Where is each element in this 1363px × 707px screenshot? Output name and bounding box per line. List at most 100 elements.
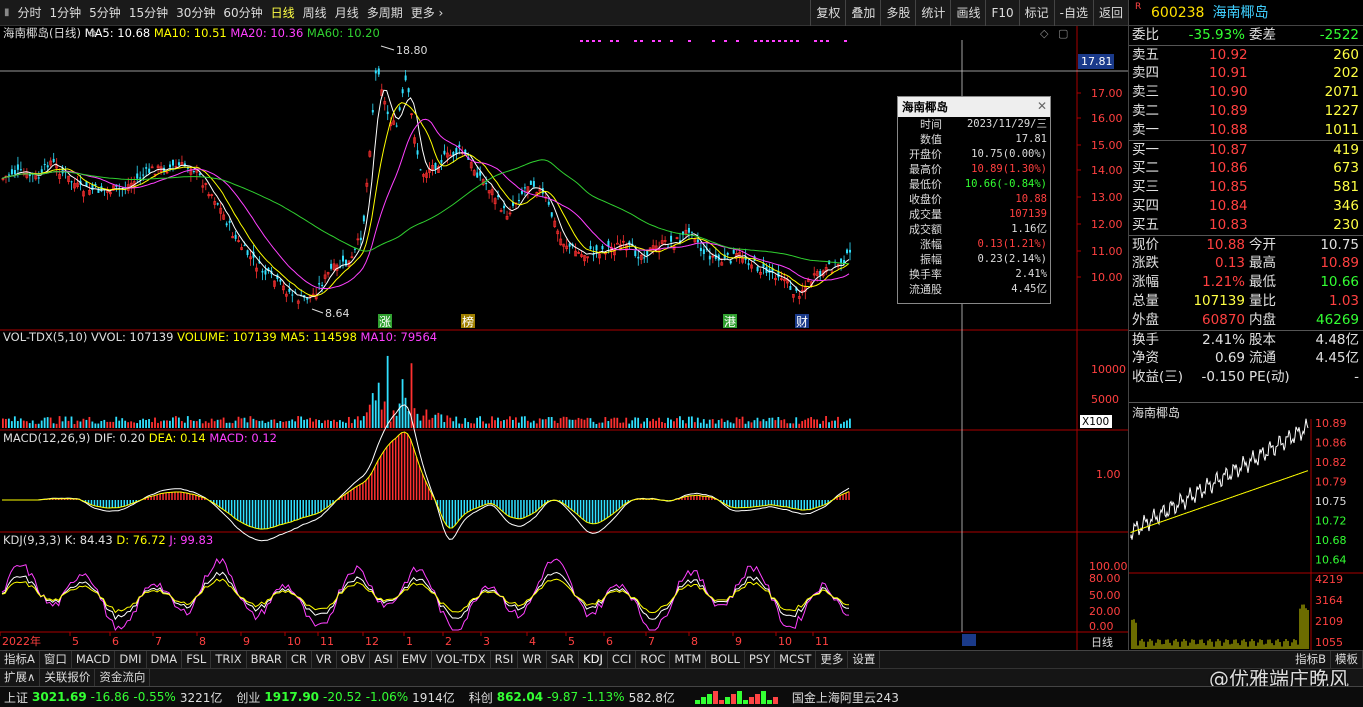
stock-code: 600238: [1151, 5, 1205, 21]
indicator-tab-窗口[interactable]: 窗口: [40, 650, 72, 669]
marker-dot: [640, 40, 643, 42]
indicator-tab-CCI[interactable]: CCI: [608, 650, 637, 669]
indicator-tab-EMV[interactable]: EMV: [398, 650, 432, 669]
index-value: 3021.69: [32, 690, 87, 704]
indicator-tab-MTM[interactable]: MTM: [670, 650, 707, 669]
indicator-tab-MACD[interactable]: MACD: [72, 650, 116, 669]
sub-tab-扩展∧[interactable]: 扩展∧: [0, 668, 41, 687]
indicator-tab-PSY[interactable]: PSY: [745, 650, 776, 669]
indicator-tab-BRAR[interactable]: BRAR: [247, 650, 287, 669]
tool--自选[interactable]: -自选: [1053, 0, 1093, 26]
indicator-tab-SAR[interactable]: SAR: [547, 650, 580, 669]
cursor-price: 17.81: [1081, 55, 1113, 68]
indicator-tab-CR[interactable]: CR: [287, 650, 312, 669]
indicator-tab-设置[interactable]: 设置: [848, 650, 881, 669]
candle-body: [359, 237, 362, 241]
volume-bar: [61, 421, 64, 428]
indicator-tab-RSI[interactable]: RSI: [491, 650, 519, 669]
indicator-tab-BOLL[interactable]: BOLL: [706, 650, 745, 669]
quote-value: 10.66: [1320, 274, 1359, 290]
kdj-tick: 50.00: [1089, 589, 1121, 602]
event-tag[interactable]: 涨: [379, 314, 391, 329]
volume-bar: [786, 423, 789, 428]
kdj-tick: 20.00: [1089, 605, 1121, 618]
quote-value: 60870: [1202, 312, 1245, 328]
candle-body: [395, 125, 398, 127]
period-日线[interactable]: 日线: [267, 4, 299, 21]
tool-标记[interactable]: 标记: [1018, 0, 1054, 26]
period-多周期[interactable]: 多周期: [363, 4, 407, 21]
indicator-tab-ASI[interactable]: ASI: [370, 650, 398, 669]
volume-bar: [422, 415, 425, 428]
candle-body: [416, 150, 419, 155]
volume-bar: [180, 421, 183, 428]
tool-画线[interactable]: 画线: [950, 0, 985, 26]
period-15分钟[interactable]: 15分钟: [125, 4, 172, 21]
candle-body: [291, 294, 294, 296]
sub-tab-关联报价[interactable]: 关联报价: [40, 668, 96, 687]
mini-intraday-chart[interactable]: 海南椰岛 10.89 10.86 10.82 10.79 10.75 10.72 10.68 1…: [1129, 402, 1363, 651]
indicator-tab-MCST[interactable]: MCST: [775, 650, 817, 669]
panel-legend: VOL-TDX(5,10) VVOL: 107139 VOLUME: 10713…: [3, 330, 437, 344]
period-30分钟[interactable]: 30分钟: [172, 4, 219, 21]
indicator-tab-KDJ[interactable]: KDJ: [579, 650, 608, 669]
indicator-tab-DMA[interactable]: DMA: [147, 650, 183, 669]
volume-bar: [52, 423, 55, 428]
close-icon[interactable]: ✕: [1037, 99, 1047, 113]
indicator-tab-VR[interactable]: VR: [312, 650, 337, 669]
indicator-tab-更多[interactable]: 更多: [816, 650, 849, 669]
tool-F10[interactable]: F10: [985, 0, 1018, 26]
menu-toggle-icon[interactable]: ▮: [0, 7, 14, 18]
event-tag[interactable]: 榜: [462, 314, 474, 329]
period-更多[interactable]: 更多 ›: [407, 4, 448, 21]
tool-叠加[interactable]: 叠加: [845, 0, 880, 26]
period-1分钟[interactable]: 1分钟: [46, 4, 86, 21]
orderbook-row: 买一 10.87 419: [1129, 140, 1363, 159]
indicator-tab-TRIX[interactable]: TRIX: [211, 650, 247, 669]
tooltip-key: 最高价: [909, 163, 942, 176]
volume-bar: [831, 420, 833, 428]
period-周线[interactable]: 周线: [299, 4, 331, 21]
indicator-tab-VOL-TDX[interactable]: VOL-TDX: [432, 650, 491, 669]
vol-tick: 5000: [1091, 393, 1119, 406]
price-tick: 17.00: [1091, 87, 1123, 100]
candle-body: [145, 167, 148, 169]
orderbook-qty: 419: [1333, 142, 1359, 158]
volume-bar: [849, 418, 851, 428]
period-月线[interactable]: 月线: [331, 4, 363, 21]
volume-bar: [148, 419, 150, 428]
period-5分钟[interactable]: 5分钟: [85, 4, 125, 21]
sub-tab-资金流向[interactable]: 资金流向: [95, 668, 151, 687]
indicator-tab-OBV[interactable]: OBV: [337, 650, 371, 669]
period-分时[interactable]: 分时: [14, 4, 46, 21]
volume-bar: [300, 416, 303, 428]
kdj-tick: 80.00: [1089, 572, 1121, 585]
tool-多股[interactable]: 多股: [880, 0, 915, 26]
expand-icon[interactable]: ▢: [1058, 27, 1068, 40]
candle-body: [342, 255, 344, 262]
settings-icon[interactable]: ⚙: [88, 29, 97, 40]
indicator-tab-ROC[interactable]: ROC: [636, 650, 671, 669]
tool-统计[interactable]: 统计: [915, 0, 950, 26]
orderbook-qty: 260: [1333, 47, 1359, 63]
indicator-tab-指标A[interactable]: 指标A: [0, 650, 40, 669]
volume-bar: [276, 422, 279, 428]
high-label: 18.80: [396, 44, 428, 57]
tool-复权[interactable]: 复权: [810, 0, 845, 26]
volume-bar: [344, 422, 347, 428]
candle-body: [434, 163, 437, 169]
indicator-tab-WR[interactable]: WR: [518, 650, 547, 669]
tool-返回[interactable]: 返回: [1092, 0, 1128, 26]
indicator-tab-FSL[interactable]: FSL: [182, 650, 212, 669]
event-tag[interactable]: 港: [724, 315, 736, 329]
marker-dot: [844, 40, 847, 42]
period-60分钟[interactable]: 60分钟: [219, 4, 266, 21]
candle-body: [264, 270, 267, 275]
x-label: 1: [406, 635, 413, 648]
diamond-icon[interactable]: ◇: [1040, 27, 1049, 40]
volume-bar: [139, 420, 141, 428]
volume-bar: [386, 355, 389, 428]
tooltip-row: 振幅 0.23(2.14%): [898, 252, 1050, 267]
indicator-tab-DMI[interactable]: DMI: [115, 650, 147, 669]
event-tag[interactable]: 财: [796, 315, 808, 329]
